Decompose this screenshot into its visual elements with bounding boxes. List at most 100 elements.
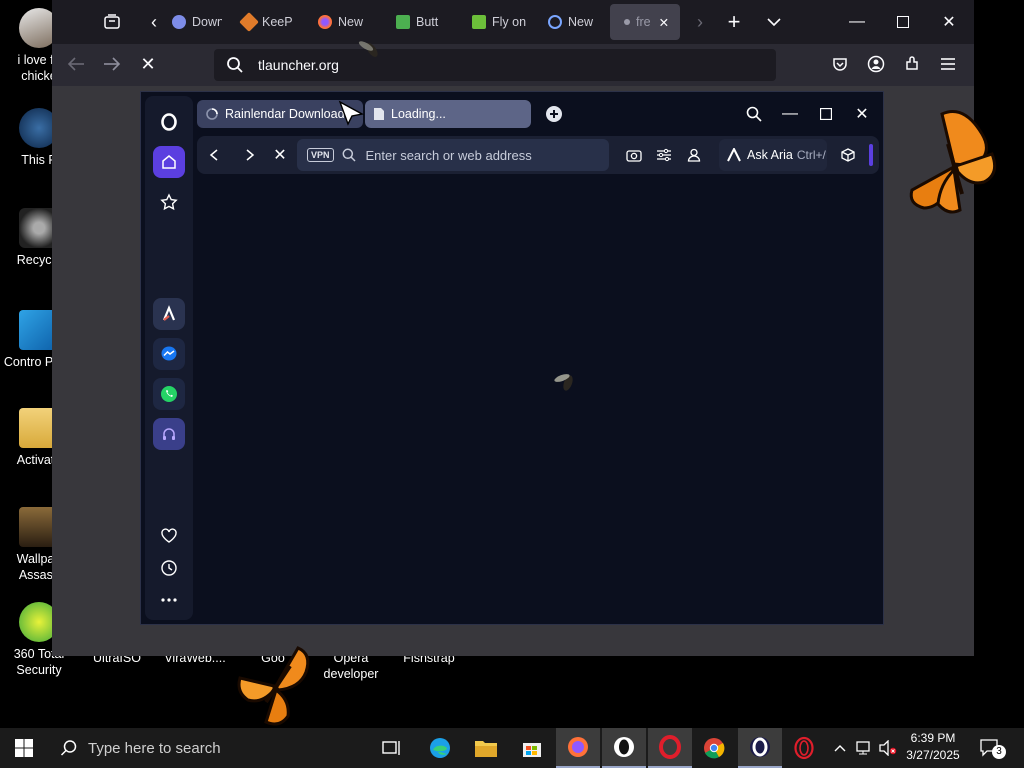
fly-icon [358,41,378,57]
new-tab-icon[interactable]: + [718,6,750,38]
fly-icon [554,374,573,391]
extensions-cube-icon[interactable] [831,141,865,169]
tab-label: KeeP [262,15,293,29]
tab-label: New [568,15,594,29]
file-explorer-icon[interactable] [464,728,508,768]
maximize-icon[interactable] [880,0,926,44]
snapshot-camera-icon[interactable] [617,141,651,169]
network-icon[interactable] [854,728,876,768]
taskbar-search-box[interactable]: Type here to search [48,728,368,768]
music-player-icon[interactable] [153,418,185,450]
opera-red-taskbar-icon[interactable] [782,728,826,768]
history-clock-icon[interactable] [153,552,185,584]
aria-shortcut: Ctrl+/ [796,148,826,162]
firefox-tab-bar: ‹ Down KeeP New Butt Fly on New fre ✕ › … [52,0,974,44]
tab-label: Butt [416,15,439,29]
back-icon[interactable] [60,48,92,80]
cursor-arrow-icon [338,100,364,126]
pocket-icon[interactable] [824,48,856,80]
ask-aria-button[interactable]: Ask Aria Ctrl+/ [719,139,827,171]
firefox-tab[interactable]: Fly on [462,4,528,40]
firefox-tab[interactable]: Butt [386,4,452,40]
opera-taskbar-icon[interactable] [648,728,692,768]
forward-icon[interactable] [96,48,128,80]
loading-spinner-icon [206,108,218,120]
download-arrow-icon [472,15,486,29]
url-text: tlauncher.org [258,57,339,73]
list-tabs-icon[interactable] [758,6,790,38]
new-tab-plus-icon[interactable] [537,100,571,128]
download-arrow-icon [396,15,410,29]
firefox-icon [318,15,332,29]
address-placeholder: Enter search or web address [365,147,532,163]
clock-time: 6:39 PM [910,731,956,745]
firefox-tab[interactable]: KeeP [232,4,298,40]
vpn-badge[interactable]: VPN [307,148,334,162]
opera-tab-active[interactable]: Loading... [365,100,531,128]
home-icon[interactable] [153,146,185,178]
menu-hamburger-icon[interactable] [932,48,964,80]
extensions-icon[interactable] [896,48,928,80]
notification-count: 3 [992,745,1006,759]
account-icon[interactable] [860,48,892,80]
stop-loading-icon[interactable]: ✕ [132,48,164,80]
firefox-tab[interactable]: Down [162,4,222,40]
minimize-icon[interactable]: — [773,100,807,128]
tab-favicon-icon [172,15,186,29]
more-dots-icon[interactable] [153,584,185,616]
sidebar-indicator [869,144,873,166]
clock-date: 3/27/2025 [906,748,960,762]
tab-overview-icon[interactable] [96,6,128,38]
search-icon [227,57,243,73]
maximize-icon[interactable] [809,100,843,128]
opera-developer-taskbar-icon[interactable] [738,728,782,768]
heart-icon[interactable] [153,520,185,552]
address-bar[interactable]: VPN Enter search or web address [297,139,609,171]
close-window-icon[interactable]: ✕ [845,100,879,128]
volume-muted-icon[interactable] [878,728,898,768]
whatsapp-icon[interactable] [153,378,185,410]
butterfly-icon [237,646,310,726]
tab-label: New [338,15,364,29]
show-hidden-icons-chevron-icon[interactable] [830,728,850,768]
task-view-icon[interactable] [370,728,414,768]
chrome-icon[interactable] [692,728,736,768]
opera-sidebar [145,96,193,620]
aria-sidebar-icon[interactable] [153,298,185,330]
edge-icon[interactable] [418,728,462,768]
profile-icon[interactable] [677,141,711,169]
stop-loading-icon[interactable]: ✕ [263,141,297,169]
close-tab-icon[interactable]: ✕ [659,15,669,30]
opera-toolbar: ✕ VPN Enter search or web address Ask Ar… [197,136,879,174]
windows-start-icon[interactable] [0,728,48,768]
easy-setup-icon[interactable] [647,141,681,169]
back-icon[interactable] [197,141,231,169]
firefox-taskbar-icon[interactable] [556,728,600,768]
tab-scroll-right-icon[interactable]: › [684,6,716,38]
pinboards-icon[interactable] [153,186,185,218]
opera-window: Rainlendar Download Loading... — ✕ ✕ VPN… [140,91,884,625]
keepass-icon [239,12,259,32]
search-tabs-icon[interactable] [737,100,771,128]
aria-label: Ask Aria [747,148,793,162]
firefox-tab-active[interactable]: fre ✕ [610,4,680,40]
search-globe-icon [548,15,562,29]
aria-icon [727,148,741,162]
messenger-icon[interactable] [153,338,185,370]
notifications-button[interactable]: 3 [972,728,1008,768]
forward-icon[interactable] [233,141,267,169]
loading-dot-icon [624,19,630,25]
close-window-icon[interactable]: ✕ [926,0,972,44]
microsoft-store-icon[interactable] [510,728,554,768]
search-placeholder: Type here to search [88,739,221,757]
minimize-icon[interactable]: — [834,0,880,44]
document-icon [374,108,384,120]
firefox-nav-bar: ✕ tlauncher.org [52,44,974,86]
opera-gx-taskbar-icon[interactable] [602,728,646,768]
taskbar-clock[interactable]: 6:39 PM 3/27/2025 [898,730,968,764]
opera-logo-icon[interactable] [153,106,185,138]
search-icon [342,148,356,162]
url-bar[interactable]: tlauncher.org [214,49,776,81]
firefox-tab[interactable]: New [538,4,604,40]
butterfly-icon [909,110,997,214]
